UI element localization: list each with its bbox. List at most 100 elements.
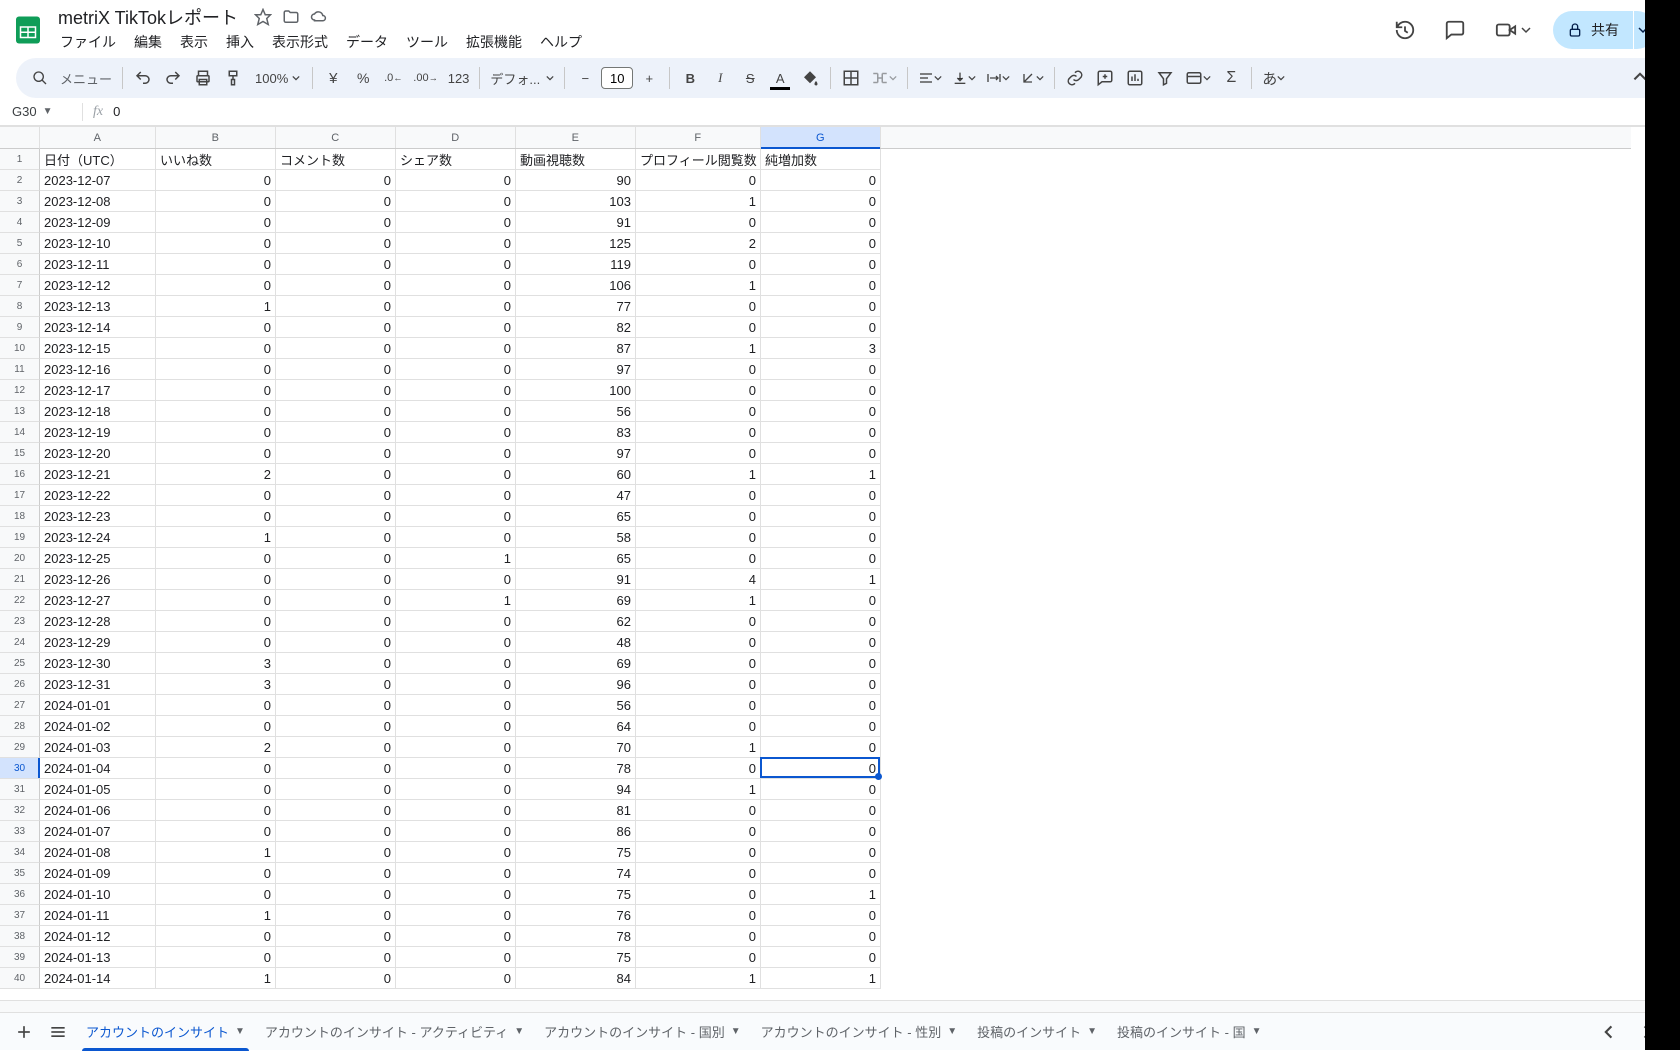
cell[interactable]: 0 [156, 191, 276, 211]
row-header[interactable]: 4 [0, 212, 40, 233]
cell[interactable]: 0 [396, 317, 516, 337]
cell[interactable]: 1 [156, 905, 276, 925]
cell[interactable]: 0 [156, 800, 276, 820]
cell[interactable]: 0 [156, 695, 276, 715]
col-header-A[interactable]: A [40, 127, 156, 148]
link-button[interactable] [1061, 64, 1089, 92]
cell[interactable]: 0 [396, 632, 516, 652]
cell[interactable]: 0 [761, 842, 881, 862]
cell[interactable]: 87 [516, 338, 636, 358]
cell[interactable]: 0 [396, 422, 516, 442]
row-header[interactable]: 9 [0, 317, 40, 338]
cell[interactable]: 1 [156, 296, 276, 316]
fontsize-inc-button[interactable]: + [635, 64, 663, 92]
cell[interactable]: 0 [396, 905, 516, 925]
cell[interactable]: 103 [516, 191, 636, 211]
cell[interactable]: 0 [396, 842, 516, 862]
cell[interactable]: 0 [156, 758, 276, 778]
row-header[interactable]: 19 [0, 527, 40, 548]
cell[interactable]: 0 [396, 884, 516, 904]
cell[interactable]: 2023-12-30 [40, 653, 156, 673]
cell[interactable]: 2024-01-12 [40, 926, 156, 946]
cell[interactable]: 0 [636, 611, 761, 631]
row-header[interactable]: 14 [0, 422, 40, 443]
row-header[interactable]: 39 [0, 947, 40, 968]
cell[interactable]: 0 [761, 926, 881, 946]
cell[interactable]: 0 [396, 716, 516, 736]
sheet-tab[interactable]: 投稿のインサイト - 国▼ [1107, 1013, 1271, 1051]
row-header[interactable]: 26 [0, 674, 40, 695]
valign-button[interactable] [948, 64, 980, 92]
cell[interactable]: 1 [761, 968, 881, 988]
cell[interactable]: 0 [396, 926, 516, 946]
cell[interactable]: 0 [396, 611, 516, 631]
col-header-D[interactable]: D [396, 127, 516, 148]
wrap-button[interactable] [982, 64, 1014, 92]
cell[interactable]: 0 [156, 611, 276, 631]
cell[interactable]: 69 [516, 590, 636, 610]
cell[interactable]: 70 [516, 737, 636, 757]
cell[interactable]: 1 [396, 590, 516, 610]
row-header[interactable]: 29 [0, 737, 40, 758]
cell[interactable]: 0 [396, 821, 516, 841]
row-header[interactable]: 23 [0, 611, 40, 632]
cell[interactable]: 2023-12-17 [40, 380, 156, 400]
cell[interactable]: 0 [636, 254, 761, 274]
cell[interactable]: 0 [636, 842, 761, 862]
cell[interactable]: 0 [636, 296, 761, 316]
cell[interactable]: 0 [156, 884, 276, 904]
cell[interactable]: 0 [396, 674, 516, 694]
cell[interactable]: 0 [636, 632, 761, 652]
cell[interactable]: 81 [516, 800, 636, 820]
cell[interactable]: 97 [516, 359, 636, 379]
row-header[interactable]: 24 [0, 632, 40, 653]
cell[interactable]: 0 [636, 485, 761, 505]
cell[interactable]: 0 [761, 779, 881, 799]
cell[interactable]: 0 [761, 380, 881, 400]
cell[interactable]: 2 [636, 233, 761, 253]
row-header[interactable]: 28 [0, 716, 40, 737]
cell[interactable]: 0 [276, 170, 396, 190]
cell[interactable]: 0 [276, 191, 396, 211]
cell[interactable]: 76 [516, 905, 636, 925]
share-button[interactable]: 共有 [1553, 11, 1633, 49]
cell[interactable]: 0 [396, 212, 516, 232]
row-header[interactable]: 3 [0, 191, 40, 212]
cell[interactable]: 0 [761, 170, 881, 190]
row-header[interactable]: 25 [0, 653, 40, 674]
fill-color-button[interactable] [796, 64, 824, 92]
cell[interactable]: 65 [516, 548, 636, 568]
font-selector[interactable]: デフォ... [486, 64, 558, 92]
row-header[interactable]: 31 [0, 779, 40, 800]
cell[interactable]: 0 [156, 317, 276, 337]
cell[interactable]: 0 [156, 590, 276, 610]
search-menu-btn[interactable] [26, 64, 54, 92]
row-header[interactable]: 34 [0, 842, 40, 863]
cell[interactable]: 0 [396, 569, 516, 589]
cell[interactable]: 0 [276, 779, 396, 799]
cell[interactable]: 0 [636, 401, 761, 421]
cell[interactable]: 0 [396, 233, 516, 253]
cell[interactable]: 0 [156, 233, 276, 253]
cell[interactable]: 90 [516, 170, 636, 190]
header-cell[interactable]: プロフィール閲覧数 [636, 149, 761, 169]
cell[interactable]: 0 [276, 695, 396, 715]
cell[interactable]: 1 [636, 464, 761, 484]
cell[interactable]: 0 [276, 926, 396, 946]
cell[interactable]: 125 [516, 233, 636, 253]
borders-button[interactable] [837, 64, 865, 92]
cell[interactable]: 0 [636, 695, 761, 715]
cell[interactable]: 0 [156, 485, 276, 505]
cell[interactable]: 2023-12-26 [40, 569, 156, 589]
cell[interactable]: 0 [761, 401, 881, 421]
cell[interactable]: 0 [276, 632, 396, 652]
cell[interactable]: 2 [156, 737, 276, 757]
cell[interactable]: 0 [636, 317, 761, 337]
col-header-F[interactable]: F [636, 127, 761, 148]
header-cell[interactable]: 純増加数 [761, 149, 881, 169]
functions-button[interactable]: Σ [1217, 64, 1245, 92]
cell[interactable]: 0 [396, 737, 516, 757]
cell[interactable]: 0 [276, 317, 396, 337]
cell[interactable]: 0 [396, 380, 516, 400]
cell[interactable]: 0 [636, 863, 761, 883]
